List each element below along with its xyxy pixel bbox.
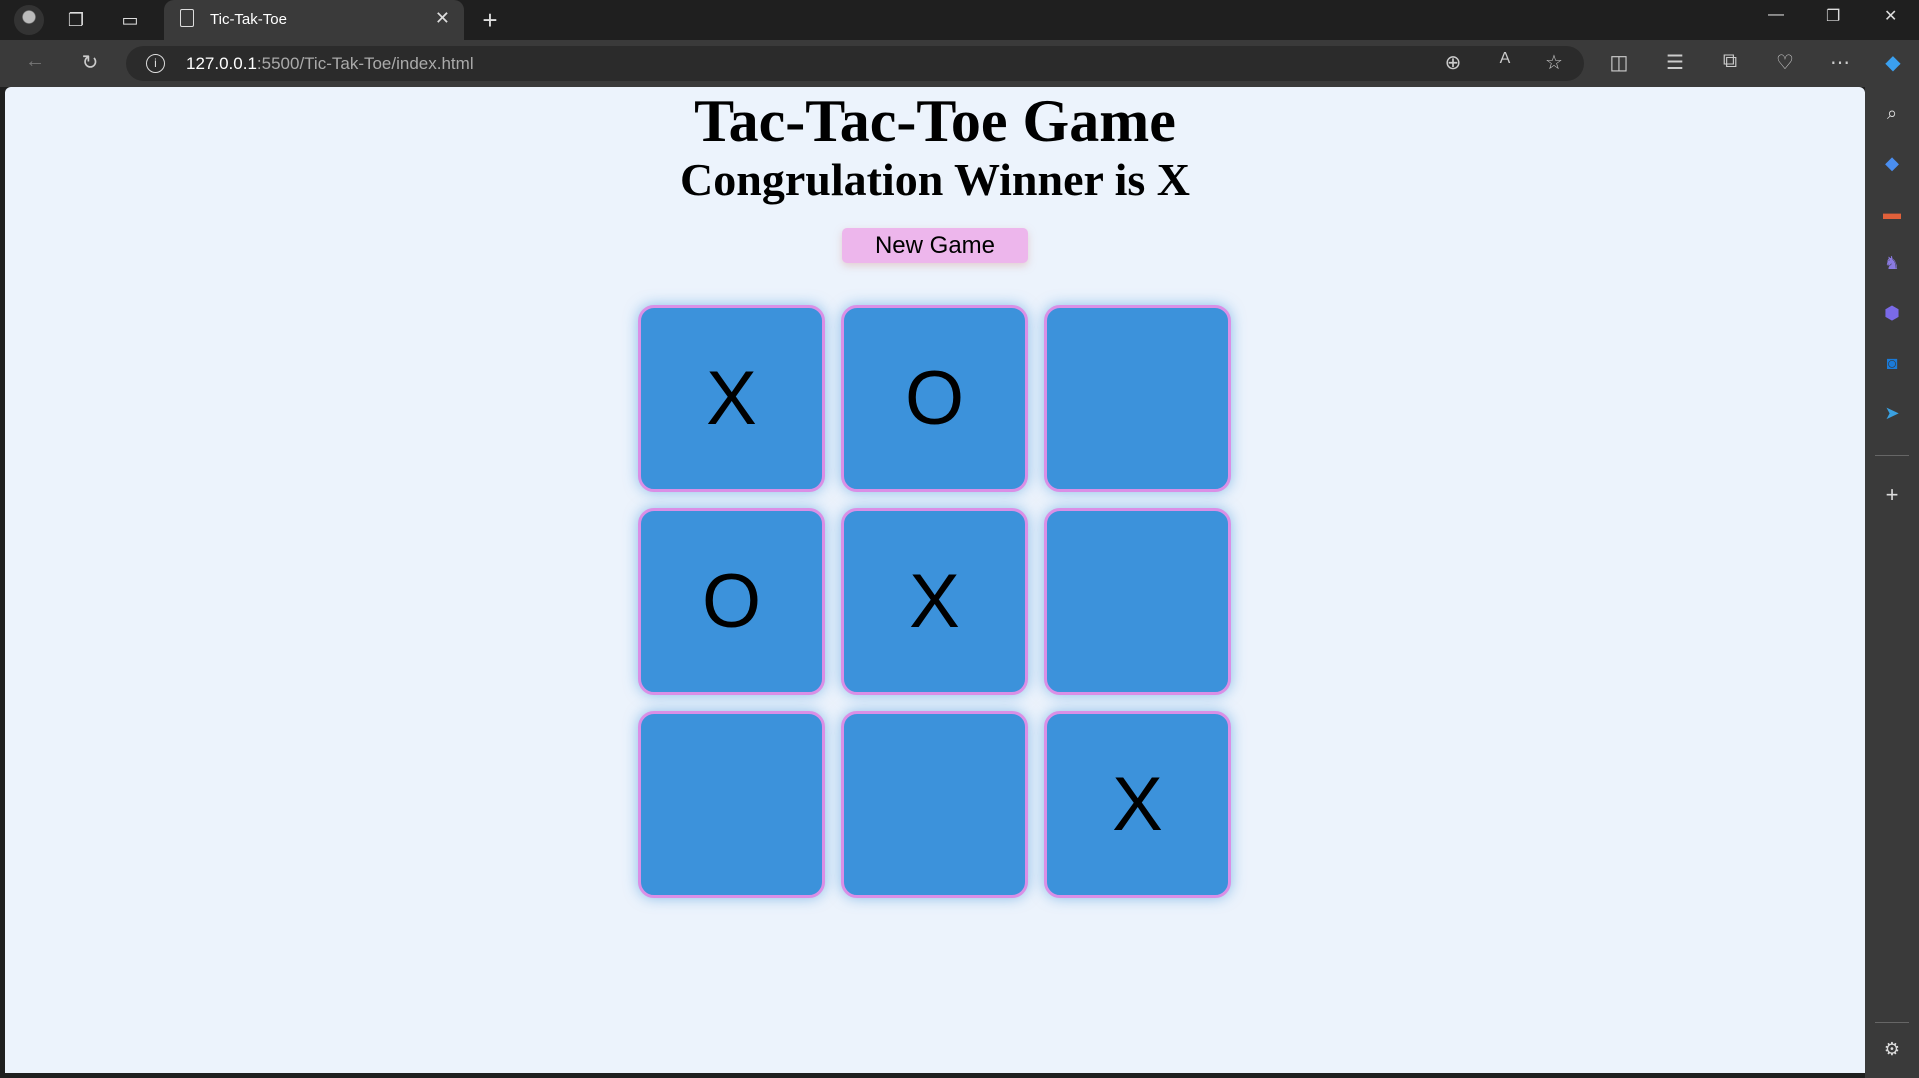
- split-screen-icon[interactable]: ◫: [1606, 50, 1632, 75]
- zoom-icon[interactable]: ⊕: [1440, 50, 1466, 75]
- tab-title: Tic-Tak-Toe: [210, 11, 287, 28]
- read-aloud-icon[interactable]: A: [1492, 50, 1518, 68]
- divider: [1875, 1022, 1909, 1023]
- search-icon[interactable]: ⌕: [1880, 101, 1904, 125]
- new-game-button[interactable]: New Game: [842, 228, 1028, 263]
- favorite-star-icon[interactable]: ☆: [1541, 50, 1567, 75]
- site-info-icon[interactable]: i: [146, 54, 165, 73]
- board-cell[interactable]: [1044, 508, 1231, 695]
- divider: [1875, 455, 1909, 456]
- url-host: 127.0.0.1: [186, 54, 257, 73]
- winner-message: Congrulation Winner is X: [680, 154, 1190, 205]
- settings-gear-icon[interactable]: ⚙: [1880, 1037, 1904, 1061]
- restore-icon[interactable]: ❐: [1826, 6, 1840, 26]
- page-title: Tac-Tac-Toe Game: [694, 88, 1176, 154]
- board-cell[interactable]: O: [841, 305, 1028, 492]
- send-icon[interactable]: ➤: [1880, 401, 1904, 425]
- url-field[interactable]: i 127.0.0.1:5500/Tic-Tak-Toe/index.html: [126, 46, 1584, 81]
- board-cell[interactable]: [1044, 305, 1231, 492]
- board-cell[interactable]: O: [638, 508, 825, 695]
- outlook-icon[interactable]: ◙: [1880, 351, 1904, 375]
- board-cell[interactable]: X: [1044, 711, 1231, 898]
- edge-sidebar: ⌕ ◆ ▬ ♞ ⬢ ◙ ➤ + ⚙: [1865, 87, 1919, 1078]
- add-icon[interactable]: +: [1880, 483, 1904, 507]
- tab-active[interactable]: Tic-Tak-Toe ✕: [164, 0, 464, 40]
- vertical-tabs-icon[interactable]: ▭: [118, 8, 142, 32]
- board-cell[interactable]: [638, 711, 825, 898]
- health-icon[interactable]: ♡: [1772, 50, 1798, 75]
- back-icon[interactable]: ←: [22, 50, 48, 73]
- new-tab-icon[interactable]: +: [478, 7, 502, 33]
- copilot-icon[interactable]: ◆: [1880, 50, 1906, 75]
- refresh-icon[interactable]: ↻: [77, 50, 103, 75]
- games-icon[interactable]: ♞: [1880, 251, 1904, 275]
- url-path: :5500/Tic-Tak-Toe/index.html: [256, 54, 474, 73]
- collections-icon[interactable]: ⧉: [1717, 50, 1743, 73]
- page-icon: [180, 9, 194, 27]
- favorites-icon[interactable]: ☰: [1662, 50, 1688, 75]
- minimize-icon[interactable]: —: [1768, 6, 1784, 24]
- board-cell[interactable]: X: [841, 508, 1028, 695]
- shopping-tag-icon[interactable]: ◆: [1880, 151, 1904, 175]
- close-tab-icon[interactable]: ✕: [435, 8, 450, 29]
- game-board: X O O X X: [638, 305, 1231, 898]
- tools-icon[interactable]: ▬: [1880, 201, 1904, 225]
- address-bar: ← ↻ i 127.0.0.1:5500/Tic-Tak-Toe/index.h…: [0, 40, 1919, 87]
- tab-bar: ❐ ▭ Tic-Tak-Toe ✕ + — ❐ ✕: [0, 0, 1919, 40]
- workspaces-icon[interactable]: ❐: [64, 8, 88, 32]
- board-cell[interactable]: [841, 711, 1028, 898]
- page-content: Tac-Tac-Toe Game Congrulation Winner is …: [5, 87, 1865, 1073]
- more-icon[interactable]: ⋯: [1827, 50, 1853, 75]
- profile-avatar[interactable]: [14, 5, 44, 35]
- copilot-app-icon[interactable]: ⬢: [1880, 301, 1904, 325]
- close-window-icon[interactable]: ✕: [1884, 6, 1897, 26]
- board-cell[interactable]: X: [638, 305, 825, 492]
